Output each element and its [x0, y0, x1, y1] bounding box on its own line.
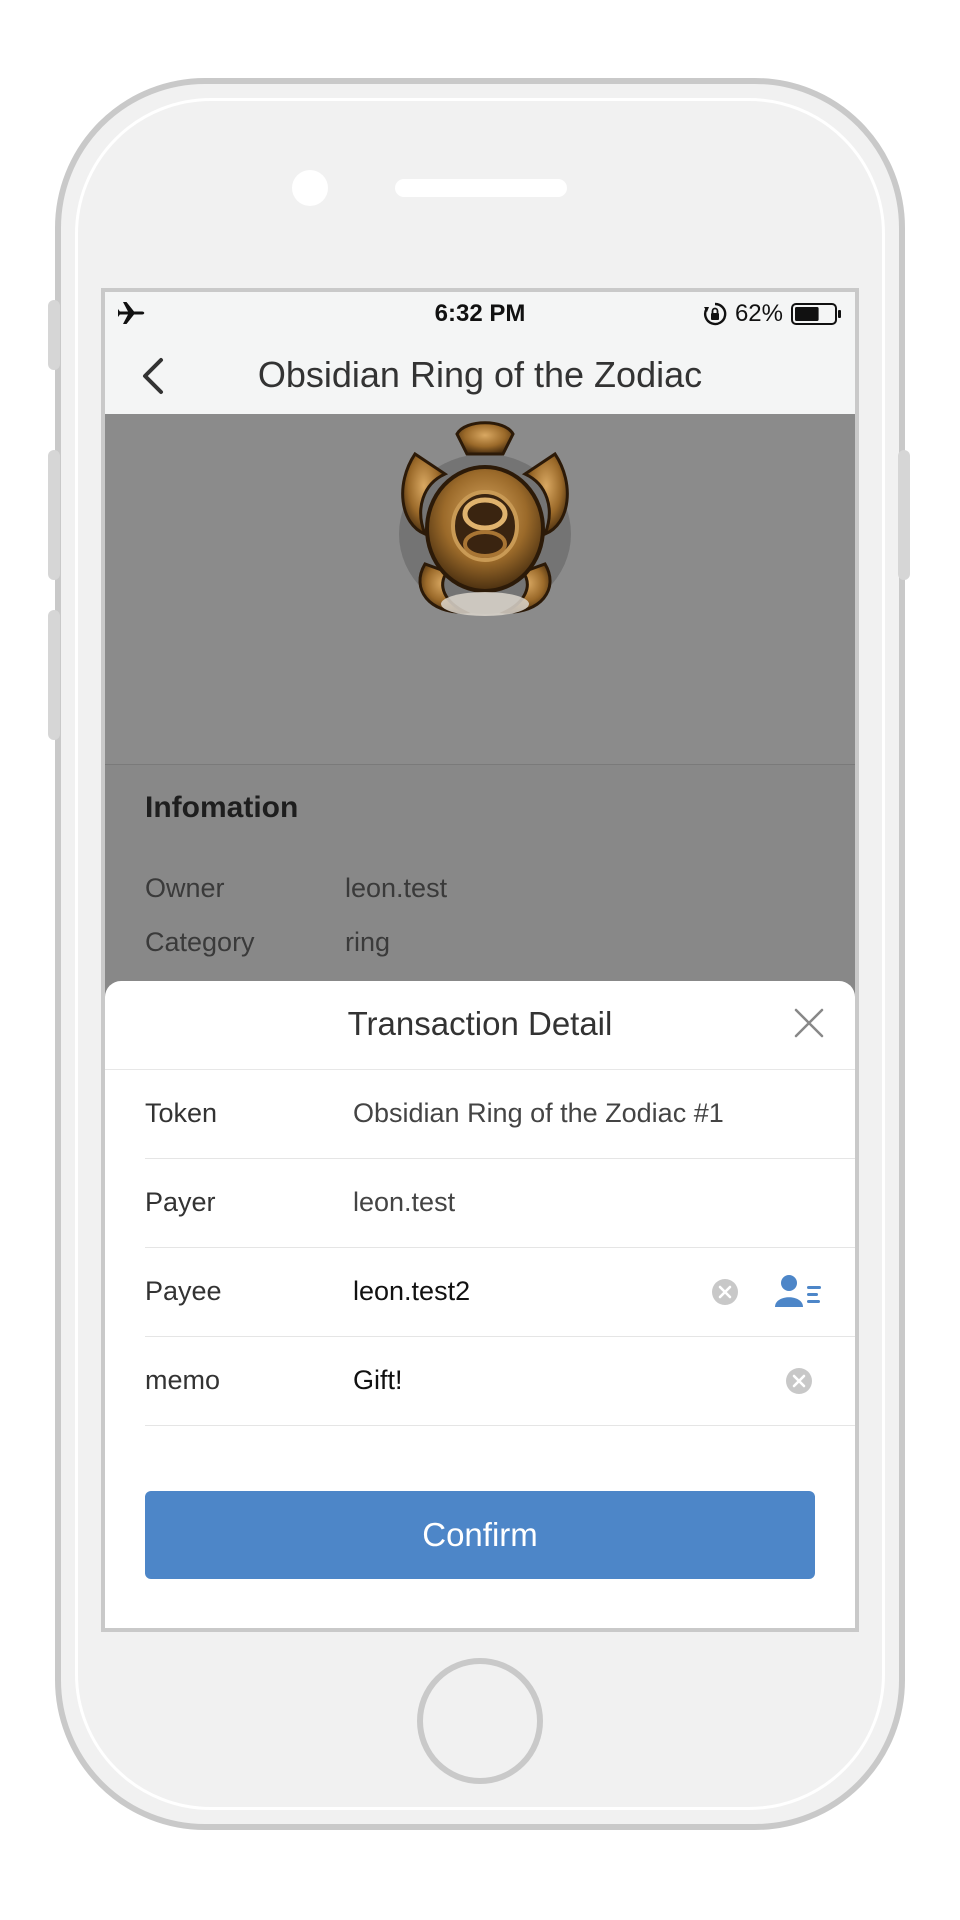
- front-camera: [292, 170, 328, 206]
- volume-down-button: [48, 610, 60, 740]
- status-bar: 6:32 PM 62%: [105, 292, 855, 334]
- home-button[interactable]: [417, 1658, 543, 1784]
- payer-value: leon.test: [353, 1187, 456, 1217]
- clear-memo-icon[interactable]: [785, 1367, 813, 1395]
- volume-up-button: [48, 450, 60, 580]
- info-section-header: Infomation: [105, 764, 855, 852]
- token-label: Token: [145, 1098, 218, 1128]
- info-heading: Infomation: [145, 791, 299, 824]
- payer-label: Payer: [145, 1187, 216, 1217]
- app-screen: 6:32 PM 62% Obsidian Ring of the Zodiac: [101, 288, 859, 1632]
- payer-row: Payer leon.test: [145, 1159, 855, 1248]
- power-button: [898, 450, 910, 580]
- token-value: Obsidian Ring of the Zodiac #1: [353, 1098, 724, 1128]
- info-row-owner: Owner leon.test: [145, 873, 447, 904]
- transaction-sheet: Transaction Detail Token Obsidian Ring o…: [105, 981, 855, 1628]
- confirm-button[interactable]: Confirm: [145, 1491, 815, 1579]
- info-value: ring: [345, 927, 391, 957]
- token-image-area: [105, 414, 855, 764]
- close-icon[interactable]: [793, 1007, 825, 1039]
- battery-icon: [791, 303, 841, 325]
- info-row-category: Category ring: [145, 927, 390, 958]
- battery-percent: 62%: [734, 300, 783, 327]
- info-value: leon.test: [345, 873, 448, 903]
- info-label: Category: [145, 927, 255, 957]
- ring-image: [399, 421, 571, 616]
- token-row: Token Obsidian Ring of the Zodiac #1: [145, 1070, 855, 1159]
- contacts-icon[interactable]: [775, 1274, 823, 1308]
- payee-label: Payee: [145, 1276, 222, 1306]
- memo-label: memo: [145, 1365, 221, 1395]
- payee-input[interactable]: leon.test2: [353, 1276, 470, 1307]
- memo-row: memo Gift!: [145, 1337, 855, 1426]
- nav-bar: Obsidian Ring of the Zodiac: [105, 334, 855, 414]
- earpiece-speaker: [395, 179, 567, 197]
- page-title: Obsidian Ring of the Zodiac: [257, 354, 703, 395]
- info-label: Owner: [145, 873, 225, 903]
- clear-payee-icon[interactable]: [711, 1278, 739, 1306]
- sheet-title: Transaction Detail: [347, 1005, 613, 1042]
- rotation-lock-icon: [703, 302, 727, 326]
- mute-switch: [48, 300, 60, 370]
- status-right-group: 62%: [703, 300, 843, 328]
- memo-input[interactable]: Gift!: [353, 1365, 403, 1396]
- payee-row: Payee leon.test2: [145, 1248, 855, 1337]
